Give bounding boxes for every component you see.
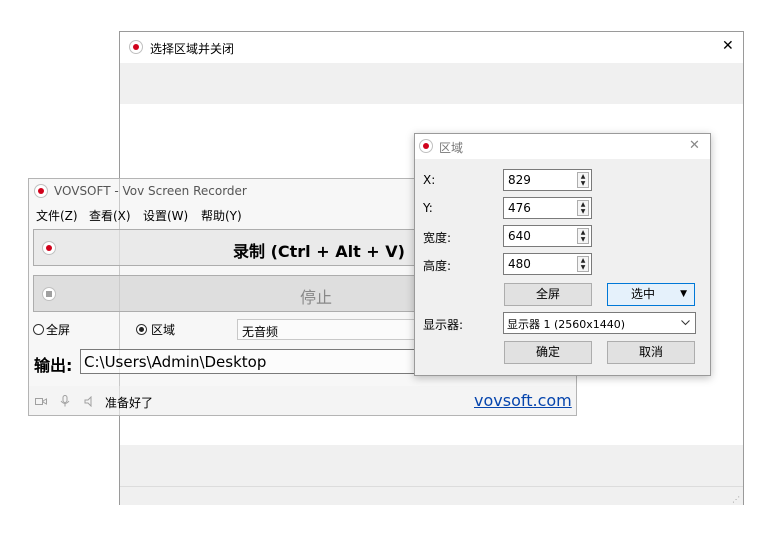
region-radio-label: 区域 bbox=[151, 323, 176, 337]
menu-help[interactable]: 帮助(Y) bbox=[201, 207, 242, 224]
width-value: 640 bbox=[508, 229, 531, 243]
output-label: 输出: bbox=[34, 356, 73, 375]
vovsoft-link[interactable]: vovsoft.com bbox=[474, 391, 572, 410]
y-spinbox[interactable]: 476 ▲ ▼ bbox=[503, 197, 592, 219]
output-path-field[interactable]: C:\Users\Admin\Desktop bbox=[80, 349, 420, 374]
monitor-select-value: 显示器 1 (2560x1440) bbox=[507, 318, 626, 331]
fullscreen-radio-label: 全屏 bbox=[46, 323, 71, 337]
record-icon bbox=[42, 241, 56, 255]
width-spin-arrows[interactable]: ▲ ▼ bbox=[577, 228, 589, 244]
record-app-icon bbox=[419, 139, 433, 153]
height-value: 480 bbox=[508, 257, 531, 271]
region-radio-dot[interactable] bbox=[136, 324, 147, 335]
microphone-icon[interactable] bbox=[55, 391, 75, 411]
overlay-close-icon[interactable]: ✕ bbox=[722, 38, 734, 54]
x-value: 829 bbox=[508, 173, 531, 187]
x-label: X: bbox=[423, 173, 436, 187]
overlay-title: 选择区域并关闭 bbox=[150, 42, 235, 56]
webcam-icon[interactable] bbox=[31, 391, 51, 411]
monitor-select[interactable]: 显示器 1 (2560x1440) bbox=[503, 312, 696, 334]
y-spin-arrows[interactable]: ▲ ▼ bbox=[577, 200, 589, 216]
x-spinbox[interactable]: 829 ▲ ▼ bbox=[503, 169, 592, 191]
output-path-value: C:\Users\Admin\Desktop bbox=[84, 353, 267, 371]
chevron-down-icon bbox=[681, 320, 690, 326]
record-button-label: 录制 (Ctrl + Alt + V) bbox=[233, 242, 405, 261]
overlay-titlebar: 选择区域并关闭 ✕ bbox=[120, 32, 743, 63]
overlay-top-band bbox=[120, 63, 743, 104]
x-spin-arrows[interactable]: ▲ ▼ bbox=[577, 172, 589, 188]
region-dialog: 区域 ✕ X: 829 ▲ ▼ Y: 476 ▲ ▼ 宽度: 640 ▲ ▼ 高度: … bbox=[414, 133, 711, 376]
menu-view[interactable]: 查看(X) bbox=[89, 207, 131, 224]
menu-settings[interactable]: 设置(W) bbox=[143, 207, 188, 224]
cancel-button[interactable]: 取消 bbox=[607, 341, 695, 364]
status-text: 准备好了 bbox=[105, 396, 154, 410]
main-statusbar: 准备好了 vovsoft.com bbox=[29, 386, 576, 415]
overlay-statusbar: ⋰ bbox=[120, 486, 743, 505]
height-label: 高度: bbox=[423, 259, 452, 273]
region-dialog-title: 区域 bbox=[439, 141, 464, 155]
resize-grip-icon[interactable]: ⋰ bbox=[732, 495, 740, 504]
select-dropdown-button[interactable]: 选中 ▼ bbox=[607, 283, 695, 306]
region-dialog-close-icon[interactable]: ✕ bbox=[689, 138, 700, 153]
record-app-icon bbox=[129, 40, 143, 54]
stop-button-label: 停止 bbox=[300, 288, 333, 307]
audio-select[interactable]: 无音频 bbox=[237, 319, 437, 340]
monitor-label: 显示器: bbox=[423, 318, 464, 332]
region-radio[interactable]: 区域 bbox=[136, 321, 175, 338]
width-label: 宽度: bbox=[423, 231, 452, 245]
ok-button[interactable]: 确定 bbox=[504, 341, 592, 364]
select-button-label: 选中 bbox=[631, 287, 656, 301]
fullscreen-radio[interactable]: 全屏 bbox=[33, 321, 70, 338]
y-value: 476 bbox=[508, 201, 531, 215]
speaker-icon[interactable] bbox=[79, 391, 99, 411]
overlay-bottom-band bbox=[120, 445, 743, 486]
menu-file[interactable]: 文件(Z) bbox=[36, 207, 78, 224]
region-dialog-titlebar: 区域 ✕ bbox=[415, 134, 710, 159]
dropdown-arrow-icon: ▼ bbox=[680, 289, 687, 299]
stop-icon bbox=[42, 287, 56, 301]
fullscreen-button[interactable]: 全屏 bbox=[504, 283, 592, 306]
height-spin-arrows[interactable]: ▲ ▼ bbox=[577, 256, 589, 272]
record-app-icon bbox=[34, 184, 48, 198]
main-window-title: VOVSOFT - Vov Screen Recorder bbox=[54, 184, 247, 198]
width-spinbox[interactable]: 640 ▲ ▼ bbox=[503, 225, 592, 247]
height-spinbox[interactable]: 480 ▲ ▼ bbox=[503, 253, 592, 275]
fullscreen-radio-dot[interactable] bbox=[33, 324, 44, 335]
audio-select-value: 无音频 bbox=[242, 325, 279, 339]
y-label: Y: bbox=[423, 201, 433, 215]
